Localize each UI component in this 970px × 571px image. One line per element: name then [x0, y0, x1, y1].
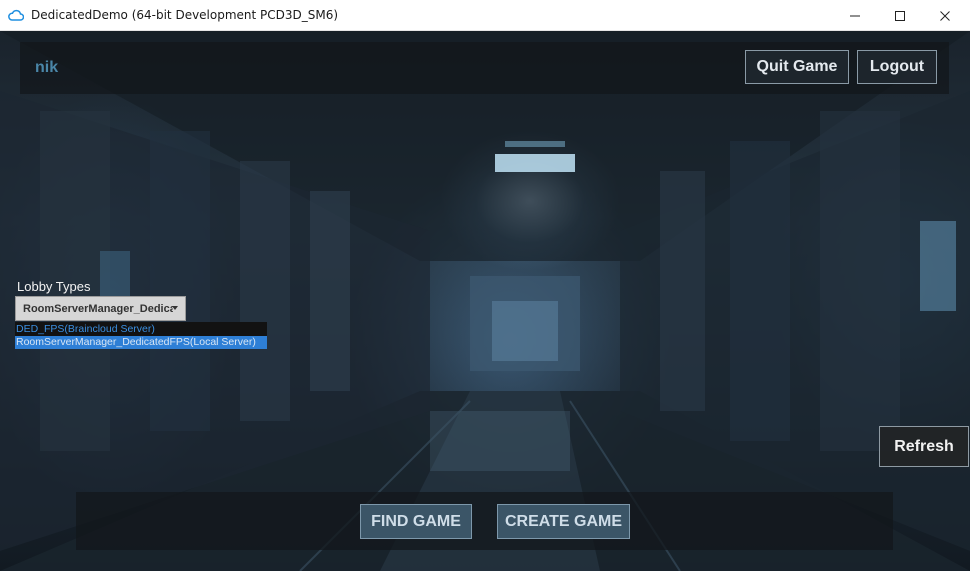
- lobby-type-selected-value: RoomServerManager_Dedicat: [23, 302, 173, 315]
- minimize-button[interactable]: [832, 0, 878, 31]
- minimize-icon: [850, 15, 860, 16]
- quit-game-button[interactable]: Quit Game: [745, 50, 849, 84]
- username-label: nik: [35, 59, 59, 76]
- lobby-type-option-selected[interactable]: RoomServerManager_DedicatedFPS(Local Ser…: [15, 336, 267, 349]
- lobby-type-dropdown-list: DED_FPS(Braincloud Server) RoomServerMan…: [15, 322, 267, 349]
- refresh-button[interactable]: Refresh: [879, 426, 969, 467]
- lobby-type-option[interactable]: DED_FPS(Braincloud Server): [15, 323, 155, 336]
- close-icon: [940, 10, 950, 21]
- game-viewport: nik Quit Game Logout Lobby Types RoomSer…: [0, 31, 970, 571]
- maximize-icon: [895, 10, 905, 21]
- close-button[interactable]: [922, 0, 968, 31]
- cloud-icon: [8, 8, 25, 22]
- title-bar[interactable]: DedicatedDemo (64-bit Development PCD3D_…: [0, 0, 970, 31]
- create-game-button[interactable]: CREATE GAME: [497, 504, 630, 539]
- find-game-button[interactable]: FIND GAME: [360, 504, 472, 539]
- dropdown-caret-icon: [172, 306, 178, 310]
- maximize-button[interactable]: [877, 0, 923, 31]
- bottom-action-bar: FIND GAME CREATE GAME: [76, 492, 893, 550]
- window-title: DedicatedDemo (64-bit Development PCD3D_…: [31, 8, 339, 22]
- logout-button[interactable]: Logout: [857, 50, 937, 84]
- lobby-type-select[interactable]: RoomServerManager_Dedicat: [15, 296, 186, 321]
- app-window: DedicatedDemo (64-bit Development PCD3D_…: [0, 0, 970, 571]
- lobby-types-label: Lobby Types: [17, 279, 91, 294]
- top-bar: nik Quit Game Logout: [20, 42, 949, 94]
